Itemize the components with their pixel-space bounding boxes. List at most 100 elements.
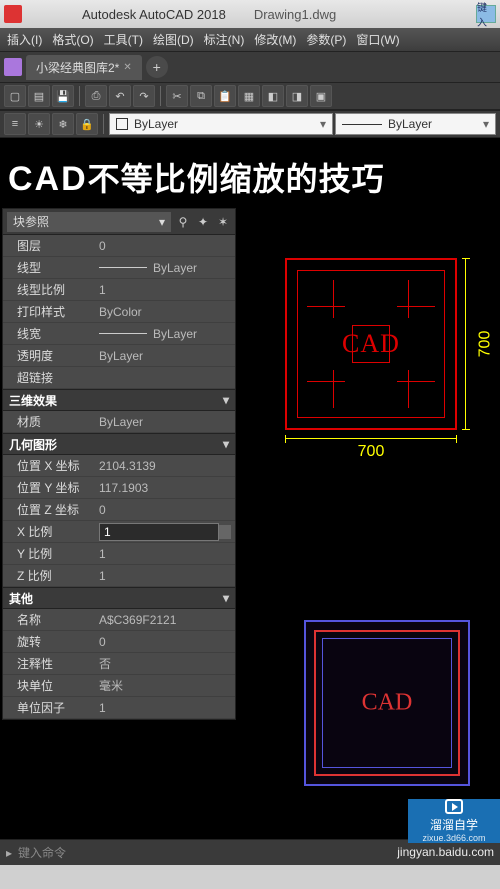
property-row-general[interactable]: 线型比例1 — [3, 279, 235, 301]
toolbar-standard: ▢ ▤ 💾 ⎙ ↶ ↷ ✂ ⧉ 📋 ▦ ◧ ◨ ▣ — [0, 82, 500, 110]
close-icon[interactable]: ✕ — [123, 62, 131, 73]
selection-type-dropdown[interactable]: 块参照 ▾ — [7, 212, 171, 232]
property-row-general[interactable]: 线宽ByLayer — [3, 323, 235, 345]
property-value-text: 毫米 — [99, 677, 123, 694]
toggle-pim-icon[interactable]: ✶ — [215, 214, 231, 230]
select-objects-icon[interactable]: ✦ — [195, 214, 211, 230]
new-icon[interactable]: ▢ — [4, 85, 26, 107]
property-value[interactable]: ByLayer — [95, 349, 235, 363]
property-value[interactable]: 2104.3139 — [95, 459, 235, 473]
brand-badge[interactable]: 溜溜自学 zixue.3d66.com — [408, 799, 500, 843]
headline-cad: CAD — [8, 160, 88, 198]
calculator-icon[interactable] — [219, 525, 231, 539]
property-value[interactable]: A$C369F2121 — [95, 613, 235, 627]
property-row-general[interactable]: 打印样式ByColor — [3, 301, 235, 323]
redo-icon[interactable]: ↷ — [133, 85, 155, 107]
section-geometry[interactable]: 几何图形 ▾ — [3, 433, 235, 455]
copy-icon[interactable]: ⧉ — [190, 85, 212, 107]
dimension-horizontal[interactable]: 700 — [285, 438, 457, 466]
status-bar — [0, 865, 500, 889]
property-row-misc[interactable]: 名称A$C369F2121 — [3, 609, 235, 631]
layer-dropdown[interactable]: ByLayer ▾ — [109, 113, 333, 135]
menu-parametric[interactable]: 参数(P) — [301, 31, 351, 48]
home-icon[interactable] — [4, 58, 22, 76]
app-title: Autodesk AutoCAD 2018 — [82, 7, 226, 22]
headline-text: 不等比例缩放的技巧 — [88, 161, 385, 197]
menu-tools[interactable]: 工具(T) — [99, 31, 148, 48]
section-3d-effects[interactable]: 三维效果 ▾ — [3, 389, 235, 411]
paste-icon[interactable]: 📋 — [214, 85, 236, 107]
property-row-geom[interactable]: 位置 X 坐标2104.3139 — [3, 455, 235, 477]
property-input[interactable] — [99, 523, 219, 541]
search-box[interactable]: 键入 — [476, 5, 496, 23]
property-row-3d[interactable]: 材质ByLayer — [3, 411, 235, 433]
property-value[interactable]: 117.1903 — [95, 481, 235, 495]
dimension-vertical[interactable]: 700 — [465, 258, 493, 430]
menu-format[interactable]: 格式(O) — [47, 31, 98, 48]
cad-block-red[interactable]: CAD — [285, 258, 457, 430]
property-row-misc[interactable]: 单位因子1 — [3, 697, 235, 719]
property-value[interactable]: 毫米 — [95, 677, 235, 694]
property-value-text: 1 — [99, 283, 106, 297]
property-value[interactable]: ByLayer — [95, 415, 235, 429]
line-preview-icon — [342, 124, 382, 125]
save-icon[interactable]: 💾 — [52, 85, 74, 107]
property-value[interactable]: ByLayer — [95, 327, 235, 341]
property-value[interactable]: 否 — [95, 655, 235, 672]
undo-icon[interactable]: ↶ — [109, 85, 131, 107]
section-misc[interactable]: 其他 ▾ — [3, 587, 235, 609]
property-label: X 比例 — [3, 523, 95, 540]
property-value[interactable]: ByLayer — [95, 261, 235, 275]
layer-lock-icon[interactable]: 🔒 — [76, 113, 98, 135]
menu-draw[interactable]: 绘图(D) — [148, 31, 199, 48]
quick-select-icon[interactable]: ⚲ — [175, 214, 191, 230]
property-value[interactable]: 1 — [95, 283, 235, 297]
layer-icon[interactable]: ≡ — [4, 113, 26, 135]
property-row-misc[interactable]: 旋转0 — [3, 631, 235, 653]
linetype-dropdown[interactable]: ByLayer ▾ — [335, 113, 496, 135]
menu-window[interactable]: 窗口(W) — [351, 31, 404, 48]
cad-block-purple[interactable]: CAD — [304, 620, 470, 786]
property-row-geom[interactable]: Y 比例1 — [3, 543, 235, 565]
property-value[interactable]: 0 — [95, 239, 235, 253]
property-value-text: ByLayer — [99, 415, 143, 429]
property-row-general[interactable]: 超链接 — [3, 367, 235, 389]
document-tab[interactable]: 小梁经典图库2* ✕ — [26, 55, 142, 80]
property-value[interactable]: 1 — [95, 569, 235, 583]
tool-icon[interactable]: ▣ — [310, 85, 332, 107]
tutorial-headline: CAD不等比例缩放的技巧 — [0, 138, 500, 208]
menu-modify[interactable]: 修改(M) — [249, 31, 301, 48]
play-icon — [445, 799, 463, 814]
property-value[interactable]: 1 — [95, 547, 235, 561]
property-label: 透明度 — [3, 347, 95, 364]
property-label: 打印样式 — [3, 303, 95, 320]
property-row-geom[interactable]: X 比例 — [3, 521, 235, 543]
property-value[interactable] — [95, 523, 235, 541]
layer-freeze-icon[interactable]: ❄ — [52, 113, 74, 135]
open-icon[interactable]: ▤ — [28, 85, 50, 107]
property-label: 线宽 — [3, 325, 95, 342]
property-row-misc[interactable]: 块单位毫米 — [3, 675, 235, 697]
menu-dimension[interactable]: 标注(N) — [199, 31, 250, 48]
property-row-general[interactable]: 透明度ByLayer — [3, 345, 235, 367]
cut-icon[interactable]: ✂ — [166, 85, 188, 107]
property-row-general[interactable]: 线型ByLayer — [3, 257, 235, 279]
tool-icon[interactable]: ◨ — [286, 85, 308, 107]
property-row-geom[interactable]: Z 比例1 — [3, 565, 235, 587]
layer-state-icon[interactable]: ☀ — [28, 113, 50, 135]
property-row-geom[interactable]: 位置 Y 坐标117.1903 — [3, 477, 235, 499]
match-icon[interactable]: ▦ — [238, 85, 260, 107]
property-value[interactable]: 1 — [95, 701, 235, 715]
property-row-misc[interactable]: 注释性否 — [3, 653, 235, 675]
print-icon[interactable]: ⎙ — [85, 85, 107, 107]
block-text: CAD — [362, 690, 413, 717]
menu-insert[interactable]: 插入(I) — [2, 31, 47, 48]
property-value[interactable]: ByColor — [95, 305, 235, 319]
property-row-general[interactable]: 图层0 — [3, 235, 235, 257]
dimension-value: 700 — [358, 443, 385, 461]
property-row-geom[interactable]: 位置 Z 坐标0 — [3, 499, 235, 521]
add-tab-button[interactable]: + — [146, 56, 168, 78]
property-value[interactable]: 0 — [95, 635, 235, 649]
tool-icon[interactable]: ◧ — [262, 85, 284, 107]
property-value[interactable]: 0 — [95, 503, 235, 517]
